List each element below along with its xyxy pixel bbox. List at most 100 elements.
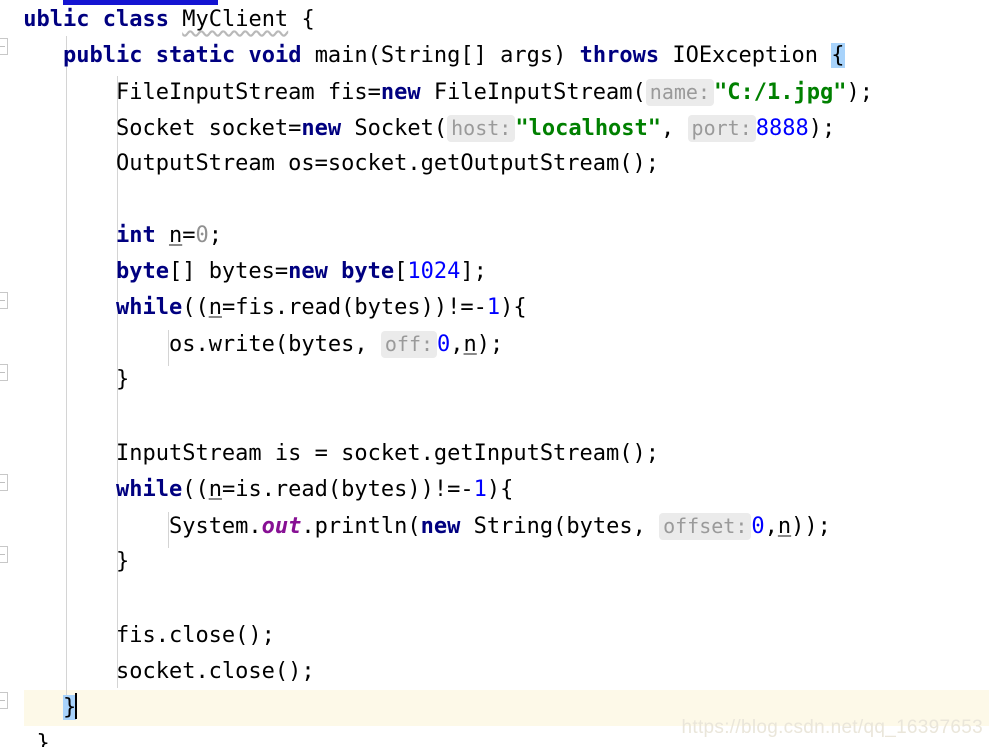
statement-outputstream: OutputStream os=socket.getOutputStream()… [115,151,660,176]
line14-pre: (( [182,477,209,502]
line10-tail: ); [476,332,504,357]
fold-arrow-icon-while2-end[interactable] [0,546,8,563]
param-hint-off: off: [380,331,438,358]
fold-arrow-icon-while1-start[interactable] [0,292,8,309]
code-line-3[interactable]: FileInputStream fis=new FileInputStream(… [10,74,873,110]
matched-brace-open: { [831,43,845,68]
keyword-static: static [155,43,236,68]
keyword-while-1: while [115,295,183,320]
statement-inputstream: InputStream is = socket.getInputStream()… [115,441,660,466]
text-caret [75,693,78,719]
line9-pre: (( [182,295,209,320]
ctor-string: String(bytes, [460,514,660,539]
brace-close-class: } [36,731,50,747]
exception-type: IOException [659,43,832,68]
editor-gutter[interactable] [0,0,24,747]
code-line-1[interactable]: public class MyClient { [10,2,315,38]
line14-mid: =is.read(bytes))!=- [221,477,474,502]
line8-tail: ]; [460,259,487,284]
line3-tail: ); [846,80,873,105]
declaration-socket: Socket socket= [115,116,302,141]
variable-n-use-2: n [463,332,477,357]
top-selection-bar [63,0,218,5]
brace-close-while-1: } [115,367,130,392]
brace-open-class: { [301,7,315,32]
string-literal-path: "C:/1.jpg" [714,80,847,105]
param-hint-offset: offset: [659,513,752,540]
declaration-fis: FileInputStream fis= [115,80,381,105]
keyword-throws: throws [579,43,660,68]
code-line-4[interactable]: Socket socket=new Socket(host: "localhost… [10,110,835,146]
fold-arrow-icon-class-start[interactable] [0,38,8,55]
ctor-socket: Socket( [341,116,448,141]
ctor-fileinputstream: FileInputStream( [420,80,646,105]
code-line-2[interactable]: public static void main(String[] args) t… [10,38,845,74]
variable-n-use-1: n [208,295,222,320]
variable-n-decl: n [168,223,183,248]
code-line-15[interactable]: System.out.println(new String(bytes, off… [10,508,831,544]
call-os-write: os.write(bytes, [168,332,381,357]
number-literal-zero-off: 0 [437,332,451,357]
number-literal-zero-init: 0 [195,223,209,248]
line4-comma: , [661,116,688,141]
keyword-byte-2: byte [327,259,395,284]
code-line-7[interactable]: int n=0; [10,218,222,254]
static-field-out: out [261,514,302,539]
watermark-text: https://blog.csdn.net/qq_16397653 [681,717,983,738]
line7-semi: ; [208,223,222,248]
matched-brace-close: } [62,695,77,720]
call-socket-close: socket.close(); [115,659,315,684]
code-line-8[interactable]: byte[] bytes=new byte[1024]; [10,254,487,290]
line15-system: System. [168,514,262,539]
code-line-18[interactable]: fis.close(); [10,618,275,654]
line8-lbracket: [ [394,259,408,284]
keyword-new-2: new [301,116,342,141]
line4-tail: ); [808,116,836,141]
keyword-byte: byte [115,259,169,284]
call-fis-close: fis.close(); [115,623,275,648]
code-line-9[interactable]: while((n=fis.read(bytes))!=-1){ [10,290,527,326]
method-signature-main: main(String[] args) [314,43,580,68]
number-literal-port: 8888 [755,116,809,141]
param-hint-name: name: [645,79,715,106]
number-literal-one-2: 1 [473,477,487,502]
keyword-while-2: while [115,477,183,502]
code-line-11[interactable]: } [10,362,129,398]
fold-arrow-icon-class-end[interactable] [0,692,8,709]
code-line-14[interactable]: while((n=is.read(bytes))!=-1){ [10,472,513,508]
brace-close-while-2: } [115,549,130,574]
keyword-new-4: new [420,514,461,539]
line9-tail: ){ [500,295,527,320]
line7-eq: = [182,223,196,248]
line15-tail: )); [791,514,831,539]
keyword-new-3: new [288,259,328,284]
string-literal-localhost: "localhost" [515,116,662,141]
keyword-int: int [115,223,156,248]
code-line-5[interactable]: OutputStream os=socket.getOutputStream()… [10,146,659,182]
keyword-class: class [102,7,169,32]
number-literal-1024: 1024 [407,259,461,284]
code-editor[interactable]: public class MyClient { public static vo… [0,0,989,747]
variable-n-use-4: n [777,514,792,539]
keyword-void: void [248,43,302,68]
keyword-new-1: new [380,80,421,105]
keyword-public-2: public [62,43,143,68]
line15-comma: , [764,514,778,539]
variable-n-use-3: n [208,477,222,502]
param-hint-host: host: [447,115,516,142]
param-hint-port: port: [687,115,756,142]
line8-array-decl: [] bytes= [168,259,289,284]
number-literal-zero-offset: 0 [751,514,765,539]
line15-println: .println( [301,514,421,539]
line10-comma: , [450,332,464,357]
line14-tail: ){ [486,477,514,502]
code-line-19[interactable]: socket.close(); [10,654,315,690]
code-line-10[interactable]: os.write(bytes, off: 0,n); [10,326,503,362]
code-line-16[interactable]: } [10,544,129,580]
fold-arrow-icon-while2-start[interactable] [0,474,8,491]
fold-arrow-icon-while1-end[interactable] [0,364,8,381]
code-line-13[interactable]: InputStream is = socket.getInputStream()… [10,436,659,472]
line9-mid: =fis.read(bytes))!=- [221,295,487,320]
number-literal-one-1: 1 [486,295,501,320]
class-name-identifier: MyClient [182,7,289,32]
